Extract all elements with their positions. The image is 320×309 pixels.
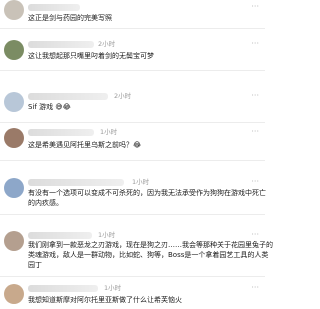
comment-text: 这正是剑与药园的完美写照 [28,14,112,22]
avatar[interactable] [4,92,24,112]
comment-item: 1小时 ··· 我想知道斯摩对阿尔托里亚斯做了什么让希芙恼火 [0,284,265,309]
timestamp: 2小时 [98,40,116,48]
username-blurred[interactable] [28,93,108,100]
comment-text: 我想知道斯摩对阿尔托里亚斯做了什么让希芙恼火 [28,296,182,304]
more-dots-icon[interactable]: ··· [251,3,259,11]
timestamp: 1小时 [98,231,116,239]
username-blurred[interactable] [28,41,94,48]
username-blurred[interactable] [28,179,124,186]
avatar[interactable] [4,231,24,251]
comment-text-line: 有没有一个选项可以变成不可杀死的，因为我无法承受作为狗狗在游戏中死亡 [28,189,266,197]
timestamp: 1小时 [132,178,150,186]
avatar[interactable] [4,178,24,198]
divider [0,28,265,29]
timestamp: 2小时 [114,92,132,100]
more-dots-icon[interactable]: ··· [251,40,259,48]
avatar[interactable] [4,0,24,20]
username-blurred[interactable] [28,285,98,292]
more-dots-icon[interactable]: ··· [251,284,259,292]
divider [0,276,265,277]
comment-text: 这让我想起那只嘴里叼着剑的无鬓宝可梦 [28,52,154,60]
avatar[interactable] [4,128,24,148]
timestamp: 1小时 [100,128,118,136]
comment-text: Sif 游戏 😅😂 [28,103,71,111]
comment-item: 1小时 ··· 我们刚拿到一款恶龙之刃游戏，现在是狗之刃……我会等那种关于花园里… [0,229,273,273]
avatar[interactable] [4,40,24,60]
comment-item: ··· 这正是剑与药园的完美写照 [0,0,265,26]
timestamp: 1小时 [104,284,122,292]
more-dots-icon[interactable]: ··· [251,92,259,100]
comment-item: 2小时 ··· 这让我想起那只嘴里叼着剑的无鬓宝可梦 [0,38,265,68]
username-blurred[interactable] [28,129,94,136]
avatar[interactable] [4,284,24,304]
comment-item: 2小时 ··· Sif 游戏 😅😂 [0,90,265,116]
comment-text-line: 我们刚拿到一款恶龙之刃游戏，现在是狗之刃……我会等那种关于花园里兔子的 [28,241,273,249]
more-dots-icon[interactable]: ··· [251,128,259,136]
comment-text-line: 的内疚感。 [28,199,63,207]
comment-text-line: 园丁 [28,261,42,269]
username-blurred[interactable] [28,232,92,239]
divider [0,214,265,215]
comment-item: 1小时 ··· 有没有一个选项可以变成不可杀死的，因为我无法承受作为狗狗在游戏中… [0,176,266,210]
comment-text: 这是希美遇见阿托里乌斯之前吗？😂 [28,141,142,149]
more-dots-icon[interactable]: ··· [251,231,259,239]
comment-text-line: 类魂游戏，敌人是一群动物，比如蛇、狗等，Boss是一个拿着园艺工具的人类 [28,251,269,259]
divider [0,122,265,123]
comment-item: 1小时 ··· 这是希美遇见阿托里乌斯之前吗？😂 [0,128,265,156]
divider [0,160,265,161]
username-blurred[interactable] [28,4,80,11]
more-dots-icon[interactable]: ··· [251,178,259,186]
divider [0,70,265,71]
